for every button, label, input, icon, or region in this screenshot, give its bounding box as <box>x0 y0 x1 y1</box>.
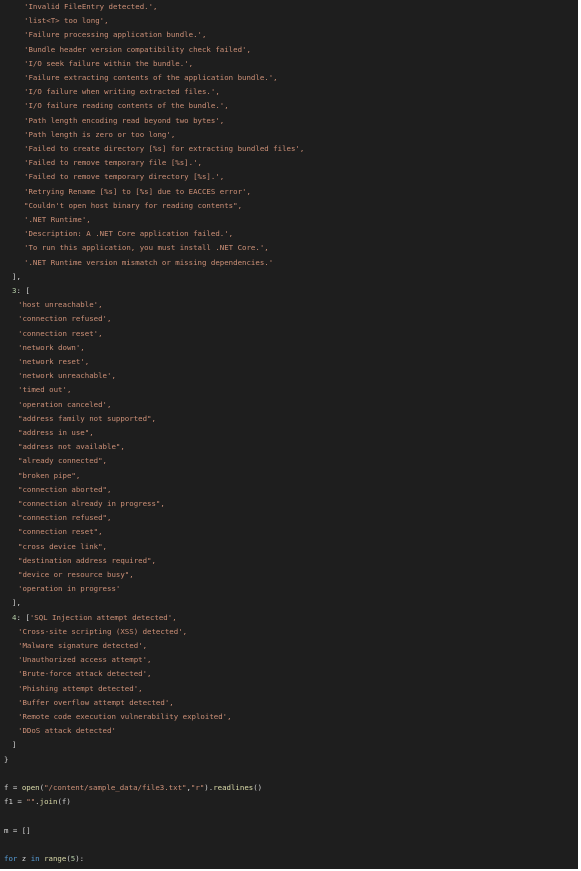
code-line: 'I/O failure when writing extracted file… <box>24 87 220 97</box>
function-name: open <box>21 783 40 792</box>
function-name: range <box>44 854 67 864</box>
punctuation: ): <box>75 854 85 864</box>
punctuation: () <box>253 783 263 792</box>
string-literal: "/content/sample_data/file3.txt" <box>44 783 187 792</box>
code-line: 'DDoS attack detected' <box>18 726 116 736</box>
code-line: 'Brute-force attack detected', <box>18 669 152 679</box>
variable: f1 <box>4 797 13 807</box>
code-line: 'I/O seek failure within the bundle.', <box>24 58 194 68</box>
code-line: 'Remote code execution vulnerability exp… <box>18 712 232 721</box>
code-line: 'Bundle header version compatibility che… <box>24 44 251 54</box>
code-line: 'Path length encoding read beyond two by… <box>24 115 225 125</box>
variable: z <box>17 854 31 864</box>
code-line: "destination address required", <box>18 555 156 565</box>
code-line: "connection already in progress", <box>18 499 165 508</box>
punctuation: (f) <box>57 797 71 807</box>
operator: = <box>12 797 27 807</box>
code-line: 'network reset', <box>18 357 90 366</box>
code-line: f = open("/content/sample_data/file3.txt… <box>4 781 262 795</box>
string-literal: 'SQL Injection attempt detected', <box>29 612 177 622</box>
code-line: 'Retrying Rename [%s] to [%s] due to EAC… <box>24 186 251 196</box>
code-line: 'list<T> too long', <box>24 16 109 26</box>
code-line: "connection refused", <box>18 513 112 523</box>
code-line: "cross device link", <box>18 541 107 551</box>
code-line: 3: [ <box>12 284 30 298</box>
code-line: 'I/O failure reading contents of the bun… <box>24 101 229 111</box>
code-line: 'To run this application, you must insta… <box>24 243 269 253</box>
code-line: m = [] <box>4 826 31 835</box>
code-line: "Couldn't open host binary for reading c… <box>24 200 243 210</box>
code-line: for z in range(5): <box>4 852 84 866</box>
code-line: 'host unreachable', <box>18 300 103 310</box>
code-line: 'operation in progress' <box>18 584 121 594</box>
keyword: for <box>4 854 18 864</box>
code-line: 'Invalid FileEntry detected.', <box>24 2 158 11</box>
code-line: "connection aborted", <box>18 484 112 494</box>
code-line: 'connection reset', <box>18 328 103 338</box>
code-line: "connection reset", <box>18 527 103 537</box>
code-line: 'Failure extracting contents of the appl… <box>24 73 278 82</box>
punctuation: ). <box>204 783 214 792</box>
code-line: "device or resource busy", <box>18 570 134 579</box>
punctuation: : [ <box>16 286 30 295</box>
code-line: 'Unauthorized access attempt', <box>18 655 152 665</box>
code-line: "address family not supported", <box>18 413 156 423</box>
code-line: 4: ['SQL Injection attempt detected', <box>12 611 177 625</box>
code-line: "address not available", <box>18 442 125 452</box>
code-line: 'Malware signature detected', <box>18 641 148 650</box>
code-line: ], <box>12 598 21 608</box>
string-literal: "" <box>26 797 36 807</box>
keyword: in <box>30 854 40 864</box>
code-line: f1 = "".join(f) <box>4 795 71 809</box>
operator: = <box>8 783 22 792</box>
code-line: '.NET Runtime', <box>24 215 91 224</box>
code-line: 'network down', <box>18 342 85 352</box>
code-line: '.NET Runtime version mismatch or missin… <box>24 257 274 267</box>
method-name: readlines <box>213 783 254 792</box>
punctuation: : [ <box>16 612 30 622</box>
code-line: 'Failed to create directory [%s] for ext… <box>24 144 305 153</box>
code-line: "address in use", <box>18 428 94 437</box>
code-line: 'Failure processing application bundle.'… <box>24 30 207 40</box>
method-name: join <box>39 797 58 807</box>
code-line: ], <box>12 271 21 281</box>
code-line: 'Path length is zero or too long', <box>24 129 176 139</box>
code-line: } <box>4 754 9 764</box>
code-line: 'Failed to remove temporary directory [%… <box>24 172 225 182</box>
code-line: 'operation canceled', <box>18 399 112 409</box>
code-line: 'Cross-site scripting (XSS) detected', <box>18 626 188 636</box>
code-line: 'network unreachable', <box>18 371 116 381</box>
code-line: ] <box>12 740 17 750</box>
code-line: "broken pipe", <box>18 470 81 480</box>
code-line: 'timed out', <box>18 385 72 395</box>
code-line: 'connection refused', <box>18 314 112 324</box>
code-editor[interactable]: 'Invalid FileEntry detected.', 'list<T> … <box>0 0 578 869</box>
code-line: 'Failed to remove temporary file [%s].', <box>24 158 202 168</box>
string-literal: "r" <box>190 783 205 792</box>
code-line: 'Description: A .NET Core application fa… <box>24 229 234 239</box>
code-line: 'Buffer overflow attempt detected', <box>18 697 174 707</box>
code-line: 'Phishing attempt detected', <box>18 683 143 693</box>
code-line: "already connected", <box>18 456 107 466</box>
